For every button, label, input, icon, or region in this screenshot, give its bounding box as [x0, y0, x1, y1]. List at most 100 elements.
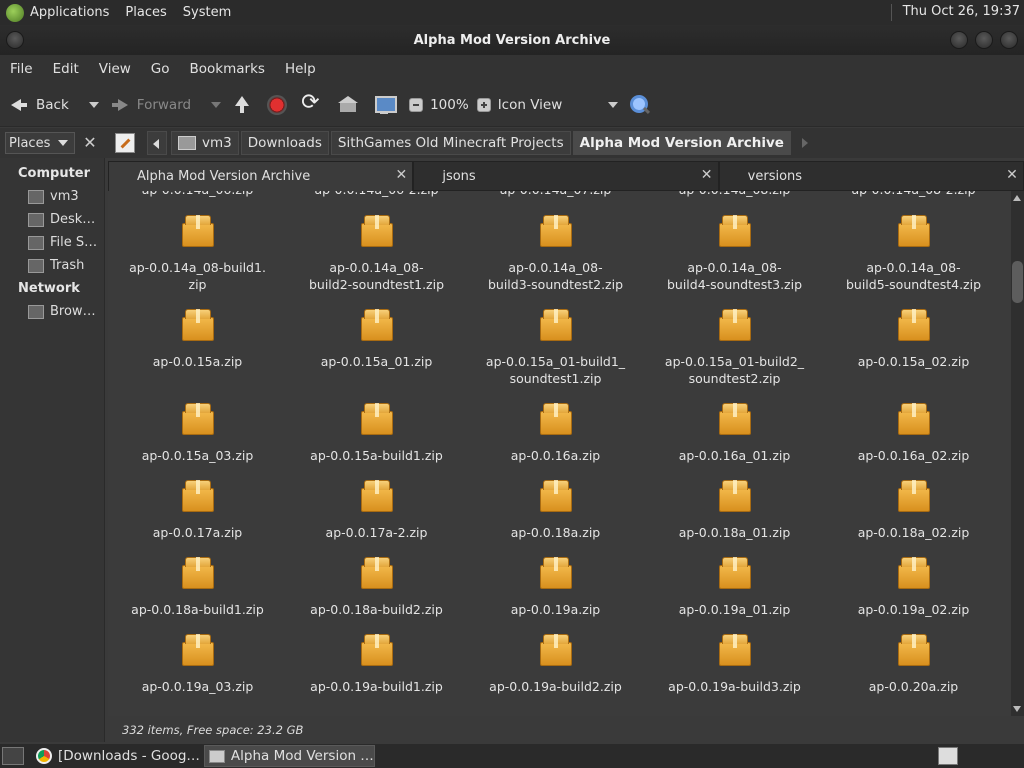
- file-item[interactable]: ap-0.0.18a-build1.zip: [108, 553, 287, 630]
- forward-history-dropdown[interactable]: [211, 101, 222, 108]
- file-item[interactable]: ap-0.0.19a.zip: [466, 553, 645, 630]
- window-menu-button[interactable]: [6, 31, 24, 49]
- show-desktop-icon[interactable]: [2, 747, 24, 765]
- file-item[interactable]: ap-0.0.18a_01.zip: [645, 476, 824, 553]
- file-item[interactable]: ap-0.0.14a_08- build4-soundtest3.zip: [645, 211, 824, 305]
- menu-edit[interactable]: Edit: [53, 61, 79, 77]
- path-scroll-left-button[interactable]: [147, 131, 167, 155]
- file-item[interactable]: ap-0.0.15a.zip: [108, 305, 287, 399]
- file-item[interactable]: ap-0.0.19a_02.zip: [824, 553, 1003, 630]
- breadcrumb-sithgames[interactable]: SithGames Old Minecraft Projects: [330, 131, 571, 155]
- file-item[interactable]: ap-0.0.14a_08.zip: [645, 191, 824, 211]
- sidebar-type-select[interactable]: Places: [5, 132, 75, 154]
- tab-strip: Alpha Mod Version Archive ✕ jsons ✕ vers…: [108, 161, 1024, 191]
- back-button[interactable]: Back: [8, 94, 69, 116]
- menu-file[interactable]: File: [10, 61, 33, 77]
- breadcrumb-current[interactable]: Alpha Mod Version Archive: [572, 131, 791, 155]
- file-item[interactable]: ap-0.0.16a.zip: [466, 399, 645, 476]
- file-item[interactable]: ap-0.0.14a_08- build2-soundtest1.zip: [287, 211, 466, 305]
- file-item[interactable]: ap-0.0.15a-build1.zip: [287, 399, 466, 476]
- scroll-down-icon[interactable]: [1013, 706, 1021, 712]
- zoom-out-button[interactable]: [409, 97, 424, 112]
- back-history-dropdown[interactable]: [88, 101, 99, 108]
- zoom-in-button[interactable]: [476, 97, 491, 112]
- file-item[interactable]: ap-0.0.18a-build2.zip: [287, 553, 466, 630]
- menu-go[interactable]: Go: [151, 61, 170, 77]
- scrollbar-thumb[interactable]: [1012, 261, 1023, 303]
- system-menu[interactable]: System: [183, 5, 231, 20]
- file-item[interactable]: ap-0.0.19a-build3.zip: [645, 630, 824, 707]
- zip-archive-icon: [360, 213, 393, 247]
- file-item[interactable]: ap-0.0.18a_02.zip: [824, 476, 1003, 553]
- location-edit-icon[interactable]: [115, 133, 135, 153]
- reload-button[interactable]: [301, 90, 329, 116]
- workspace-switcher-icon[interactable]: [938, 747, 958, 765]
- file-item[interactable]: ap-0.0.15a_02.zip: [824, 305, 1003, 399]
- file-item[interactable]: ap-0.0.14a_08-build1. zip: [108, 211, 287, 305]
- tab-close-icon[interactable]: ✕: [394, 168, 408, 182]
- file-item[interactable]: ap-0.0.15a_01.zip: [287, 305, 466, 399]
- stop-button[interactable]: [267, 94, 293, 115]
- distro-logo-icon[interactable]: [6, 3, 24, 22]
- sidebar-item-vm3[interactable]: vm3: [0, 185, 104, 208]
- file-name: ap-0.0.14a_06-2.zip: [289, 191, 464, 198]
- places-menu[interactable]: Places: [125, 5, 166, 20]
- file-item[interactable]: ap-0.0.14a_08- build3-soundtest2.zip: [466, 211, 645, 305]
- file-item[interactable]: ap-0.0.14a_06-2.zip: [287, 191, 466, 211]
- zoom-level[interactable]: 100%: [430, 97, 469, 113]
- file-item[interactable]: ap-0.0.17a-2.zip: [287, 476, 466, 553]
- path-bar: vm3 Downloads SithGames Old Minecraft Pr…: [105, 128, 1024, 158]
- sidebar-item-desktop[interactable]: Desk…: [0, 208, 104, 231]
- tab-close-icon[interactable]: ✕: [1005, 168, 1019, 182]
- file-item[interactable]: ap-0.0.18a.zip: [466, 476, 645, 553]
- vertical-scrollbar[interactable]: [1011, 191, 1024, 716]
- tab-jsons[interactable]: jsons ✕: [413, 161, 719, 191]
- window-titlebar[interactable]: Alpha Mod Version Archive: [0, 25, 1024, 55]
- file-item[interactable]: ap-0.0.19a-build1.zip: [287, 630, 466, 707]
- view-mode-dropdown[interactable]: [608, 101, 619, 108]
- file-item[interactable]: ap-0.0.19a_01.zip: [645, 553, 824, 630]
- file-item[interactable]: ap-0.0.14a_07.zip: [466, 191, 645, 211]
- tab-alpha-mod-version-archive[interactable]: Alpha Mod Version Archive ✕: [108, 161, 414, 191]
- sidebar-close-button[interactable]: ✕: [81, 134, 99, 152]
- file-item[interactable]: ap-0.0.14a_08-2.zip: [824, 191, 1003, 211]
- close-button[interactable]: [1000, 31, 1018, 49]
- tab-versions[interactable]: versions ✕: [718, 161, 1024, 191]
- file-icon-view[interactable]: ap-0.0.14a_06.zip ap-0.0.14a_06-2.zip ap-0…: [108, 191, 1011, 716]
- file-item[interactable]: ap-0.0.15a_01-build2_ soundtest2.zip: [645, 305, 824, 399]
- path-scroll-right-button[interactable]: [797, 131, 815, 155]
- sidebar-item-browse-network[interactable]: Brow…: [0, 300, 104, 323]
- scroll-up-icon[interactable]: [1013, 195, 1021, 201]
- menu-bookmarks[interactable]: Bookmarks: [190, 61, 265, 77]
- minimize-button[interactable]: [950, 31, 968, 49]
- up-button[interactable]: [231, 94, 259, 116]
- sidebar-item-filesystem[interactable]: File S…: [0, 231, 104, 254]
- file-item[interactable]: ap-0.0.16a_01.zip: [645, 399, 824, 476]
- sidebar-item-trash[interactable]: Trash: [0, 254, 104, 277]
- zip-archive-icon: [718, 632, 751, 666]
- file-item[interactable]: ap-0.0.19a_03.zip: [108, 630, 287, 707]
- view-mode-select[interactable]: Icon View: [498, 97, 563, 113]
- file-item[interactable]: ap-0.0.14a_06.zip: [108, 191, 287, 211]
- file-item[interactable]: ap-0.0.14a_08- build5-soundtest4.zip: [824, 211, 1003, 305]
- applications-menu[interactable]: Applications: [30, 5, 109, 20]
- clock[interactable]: Thu Oct 26, 19:37: [890, 4, 1020, 21]
- file-item[interactable]: ap-0.0.15a_03.zip: [108, 399, 287, 476]
- task-file-manager[interactable]: Alpha Mod Version …: [203, 745, 375, 767]
- forward-button[interactable]: Forward: [109, 94, 191, 116]
- file-item[interactable]: ap-0.0.20a.zip: [824, 630, 1003, 707]
- file-item[interactable]: ap-0.0.15a_01-build1_ soundtest1.zip: [466, 305, 645, 399]
- file-item[interactable]: ap-0.0.19a-build2.zip: [466, 630, 645, 707]
- search-button[interactable]: [628, 94, 656, 116]
- computer-button[interactable]: [373, 94, 401, 116]
- tab-close-icon[interactable]: ✕: [700, 168, 714, 182]
- task-chrome-downloads[interactable]: [Downloads - Goog…: [32, 745, 200, 767]
- maximize-button[interactable]: [975, 31, 993, 49]
- home-button[interactable]: [337, 94, 365, 116]
- file-item[interactable]: ap-0.0.17a.zip: [108, 476, 287, 553]
- menu-help[interactable]: Help: [285, 61, 316, 77]
- menu-view[interactable]: View: [99, 61, 131, 77]
- breadcrumb-downloads[interactable]: Downloads: [240, 131, 329, 155]
- file-item[interactable]: ap-0.0.16a_02.zip: [824, 399, 1003, 476]
- breadcrumb-vm3[interactable]: vm3: [171, 131, 239, 155]
